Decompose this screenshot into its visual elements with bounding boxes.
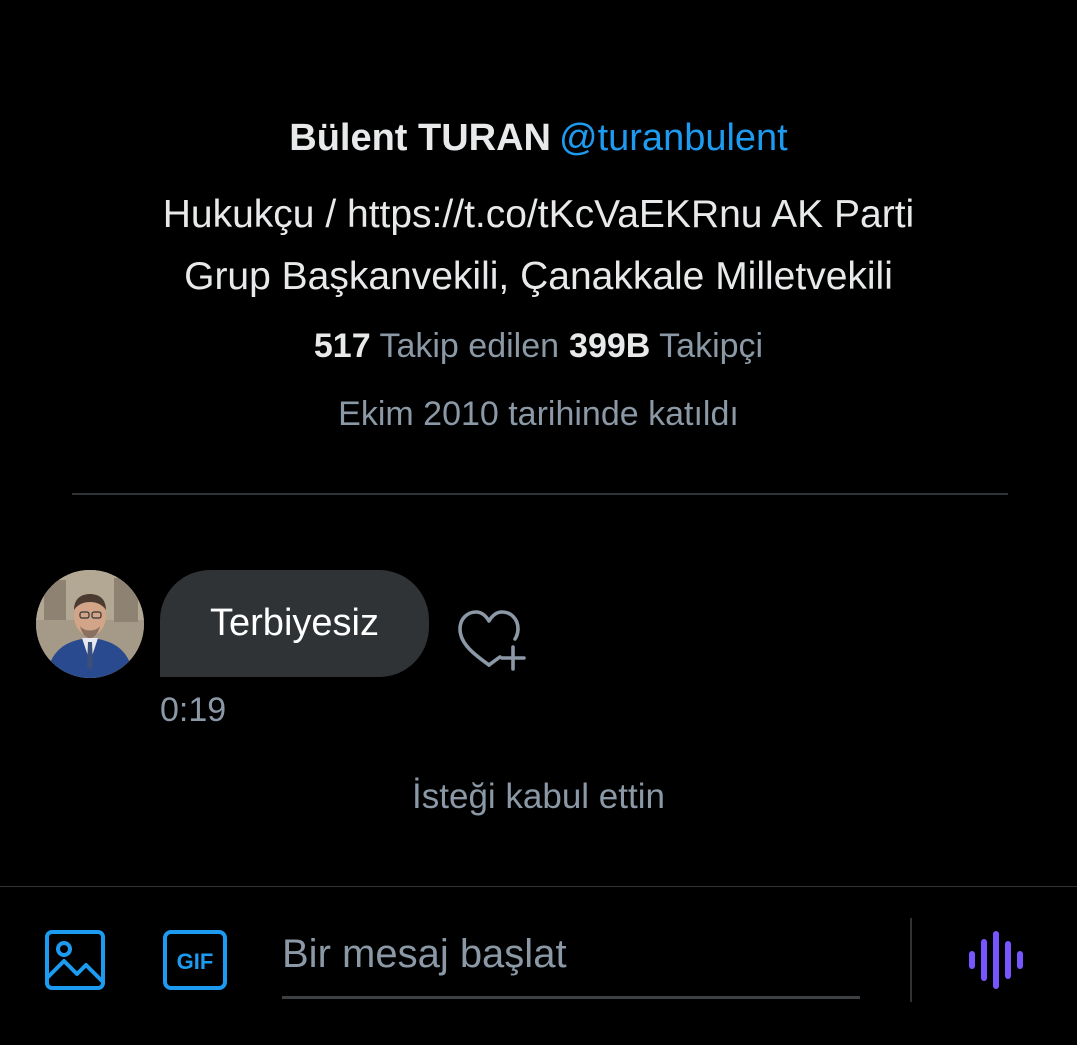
message-timestamp: 0:19 [160,691,227,729]
avatar-photo [36,570,144,678]
avatar[interactable] [36,570,144,678]
bio-line: Grup Başkanvekili, Çanakkale Milletvekil… [184,255,893,298]
bio-line: Hukukçu / https://t.co/tKcVaEKRnu AK Par… [162,193,915,236]
display-name[interactable]: Bülent TURAN [289,117,551,159]
joined-date: Ekim 2010 tarihinde katıldı [338,395,739,433]
follow-stats: 517 Takip edilen 399B Takipçi [0,320,1077,372]
followers-link[interactable]: 399B Takipçi [569,327,763,365]
composer-divider [0,886,1077,887]
input-underline [282,996,860,999]
profile-header: Bülent TURAN @turanbulent Hukukçu / https… [0,112,1077,440]
heart-plus-icon[interactable] [455,607,527,673]
following-link[interactable]: 517 Takip edilen [314,327,559,365]
followers-label: Takipçi [659,327,764,365]
profile-name-line: Bülent TURAN @turanbulent [0,112,1077,164]
followers-count: 399B [569,327,651,365]
gif-label: GIF [177,949,214,974]
voice-waveform-icon[interactable] [966,930,1026,990]
user-handle[interactable]: @turanbulent [559,117,788,159]
profile-divider [72,493,1008,495]
image-icon[interactable] [44,929,106,991]
request-accepted-notice: İsteği kabul ettin [412,777,665,816]
dm-conversation: Bülent TURAN @turanbulent Hukukçu / https… [0,0,1077,1045]
following-label: Takip edilen [379,327,560,365]
profile-bio: Hukukçu / https://t.co/tKcVaEKRnu AK Par… [59,184,1019,308]
message-bubble[interactable]: Terbiyesiz [160,570,429,677]
composer-separator [910,918,912,1002]
following-count: 517 [313,327,371,365]
gif-icon[interactable]: GIF [162,929,228,991]
message-input[interactable] [282,918,860,990]
